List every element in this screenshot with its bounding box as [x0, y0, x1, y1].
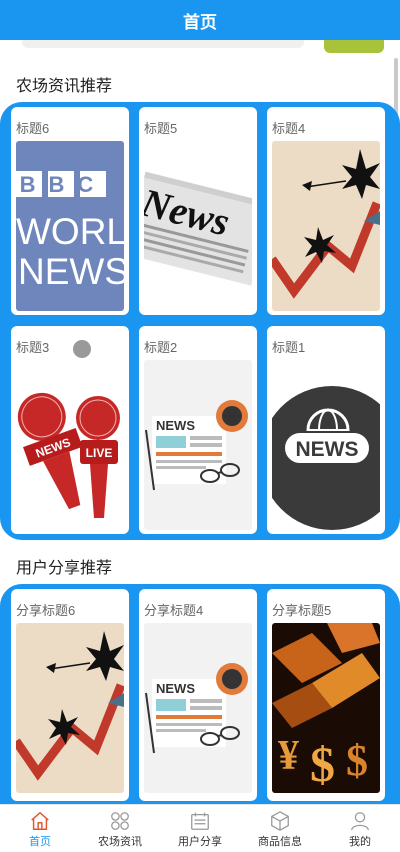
grey-dot-indicator [73, 340, 91, 358]
tab-user-share-label: 用户分享 [178, 836, 222, 848]
news-text: NEWS [18, 251, 124, 292]
news-card[interactable]: 标题4 [267, 107, 385, 315]
tab-products[interactable]: 商品信息 [240, 805, 320, 852]
farm-news-section-title: 农场资讯推荐 [16, 78, 113, 95]
tab-farm-news-label: 农场资讯 [98, 836, 142, 848]
grid-circles-icon [111, 812, 129, 830]
news-card[interactable]: 标题5 News [139, 107, 257, 315]
news-card[interactable]: 标题6 BBC WORLD NEWS [11, 107, 129, 315]
svg-text:$: $ [346, 736, 368, 785]
home-icon [31, 811, 49, 830]
share-card-title: 分享标题5 [272, 603, 332, 618]
search-input[interactable] [22, 40, 304, 48]
bbc-logo-text: BBC [20, 172, 107, 197]
tab-mine-label: 我的 [349, 836, 371, 848]
red-graph-burst-image [272, 141, 380, 311]
box-icon [271, 811, 289, 831]
share-board-icon [191, 812, 209, 830]
news-card[interactable]: 标题3 NEWS LIVE [11, 326, 129, 534]
world-text: WORLD [16, 211, 124, 252]
tab-home[interactable]: 首页 [0, 805, 80, 852]
newspaper-news-label: NEWS [156, 418, 195, 433]
farm-news-panel: 标题6 BBC WORLD NEWS 标题5 [0, 102, 400, 540]
search-button[interactable] [324, 40, 384, 53]
svg-text:¥: ¥ [278, 733, 299, 779]
home-page: 首页 农场资讯推荐 标题6 BBC WORLD NEWS 标题5 [0, 0, 400, 852]
share-card[interactable]: 分享标题6 [11, 589, 129, 801]
news-card-title: 标题1 [272, 340, 306, 355]
golden-currency-image: ¥ $ $ [272, 623, 380, 793]
share-card-title: 分享标题6 [16, 603, 76, 618]
news-globe-badge-image: NEWS [272, 360, 380, 530]
page-title: 首页 [183, 12, 217, 32]
newspaper-glasses-image: NEWS [144, 623, 252, 793]
tab-farm-news[interactable]: 农场资讯 [80, 805, 160, 852]
newspaper-image: News [144, 141, 252, 311]
svg-text:$: $ [310, 736, 335, 792]
news-card-title: 标题6 [16, 121, 50, 136]
tab-user-share[interactable]: 用户分享 [160, 805, 240, 852]
share-card[interactable]: 分享标题5 ¥ $ $ [267, 589, 385, 801]
share-card[interactable]: 分享标题4 NEWS [139, 589, 257, 801]
red-graph-burst-image [16, 623, 124, 793]
person-icon [351, 812, 369, 831]
news-card-title: 标题2 [144, 340, 178, 355]
bbc-world-news-image: BBC WORLD NEWS [16, 141, 124, 311]
news-card-title: 标题5 [144, 121, 178, 136]
top-navigation-bar: 首页 [0, 0, 400, 40]
bottom-tab-bar: 首页 农场资讯 用户分享 商品信息 我的 [0, 804, 400, 852]
news-card-title: 标题4 [272, 121, 306, 136]
news-microphones-image: NEWS LIVE [16, 360, 124, 530]
mic-live-label: LIVE [86, 446, 113, 460]
globe-news-label: NEWS [296, 438, 359, 461]
news-card[interactable]: 标题1 NEWS [267, 326, 385, 534]
tab-home-label: 首页 [29, 836, 51, 848]
tab-mine[interactable]: 我的 [320, 805, 400, 852]
news-card-title: 标题3 [16, 340, 50, 355]
tab-products-label: 商品信息 [258, 836, 302, 848]
user-share-section-title: 用户分享推荐 [16, 560, 113, 577]
news-card[interactable]: 标题2 NEWS [139, 326, 257, 534]
newspaper-glasses-image: NEWS [144, 360, 252, 530]
share-card-title: 分享标题4 [144, 603, 204, 618]
newspaper-news-label: NEWS [156, 681, 195, 696]
